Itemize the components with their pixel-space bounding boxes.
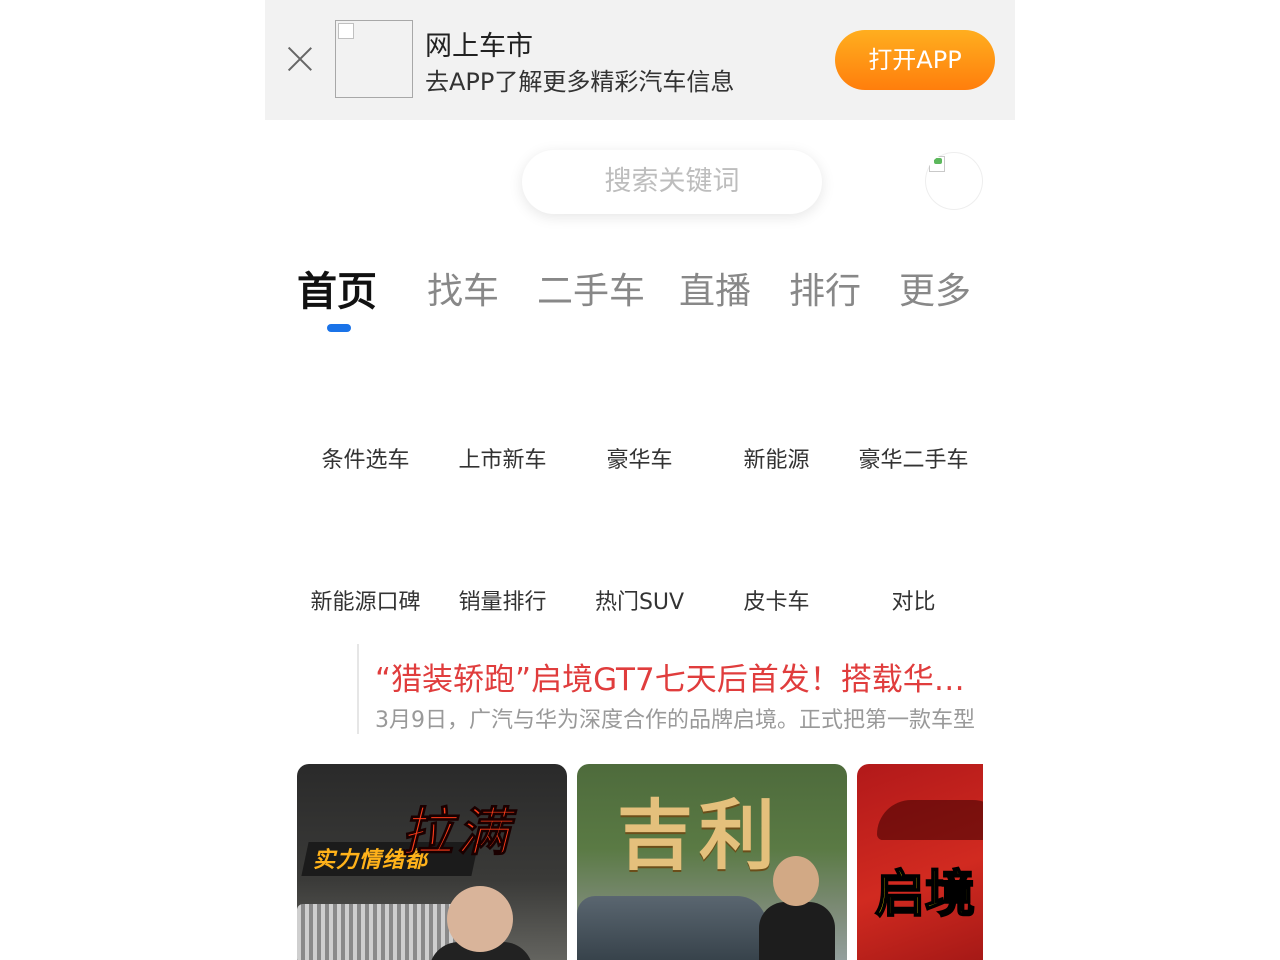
grid-item-luxury[interactable]: 豪华车 bbox=[571, 442, 708, 474]
car-grille-image bbox=[297, 904, 457, 960]
car-image bbox=[577, 896, 767, 960]
presenter-image bbox=[759, 902, 835, 960]
tab-ranking[interactable]: 排行 bbox=[789, 262, 861, 314]
video-card-list: 实力情绪都 拉满 吉利 启境 bbox=[297, 764, 983, 960]
car-silhouette-image bbox=[877, 800, 983, 840]
card-overlay-text-big: 吉利 bbox=[617, 791, 781, 880]
grid-item-new-energy[interactable]: 新能源 bbox=[708, 442, 845, 474]
presenter-face-image bbox=[447, 886, 513, 952]
tab-live[interactable]: 直播 bbox=[679, 262, 751, 314]
grid-item-filter-select[interactable]: 条件选车 bbox=[297, 442, 434, 474]
banner-title: 网上车市 bbox=[425, 31, 533, 62]
card-overlay-text-big: 拉满 bbox=[400, 803, 514, 864]
headline-news[interactable]: “猎装轿跑”启境GT7七天后首发！搭载华为乾崑智驾 3月9日，广汽与华为深度合作… bbox=[357, 644, 995, 734]
banner-subtitle: 去APP了解更多精彩汽车信息 bbox=[425, 68, 735, 96]
page: 网上车市 去APP了解更多精彩汽车信息 打开APP 搜索关键词 首页 找车 二手… bbox=[265, 0, 1015, 960]
close-icon[interactable] bbox=[287, 46, 313, 72]
grid-item-compare[interactable]: 对比 bbox=[845, 584, 982, 616]
tab-more[interactable]: 更多 bbox=[899, 262, 971, 314]
user-avatar[interactable] bbox=[925, 152, 983, 210]
app-download-banner: 网上车市 去APP了解更多精彩汽车信息 打开APP bbox=[265, 0, 1015, 120]
video-card[interactable]: 启境 bbox=[857, 764, 983, 960]
grid-item-pickup[interactable]: 皮卡车 bbox=[708, 584, 845, 616]
open-app-button[interactable]: 打开APP bbox=[835, 30, 995, 90]
grid-item-hot-suv[interactable]: 热门SUV bbox=[571, 584, 708, 616]
active-tab-indicator bbox=[327, 324, 351, 332]
headline-title[interactable]: “猎装轿跑”启境GT7七天后首发！搭载华为乾崑智驾 bbox=[375, 654, 981, 699]
grid-item-sales-ranking[interactable]: 销量排行 bbox=[434, 584, 571, 616]
app-logo bbox=[335, 20, 413, 98]
presenter-face-image bbox=[773, 856, 819, 906]
grid-item-new-launch[interactable]: 上市新车 bbox=[434, 442, 571, 474]
tab-used-car[interactable]: 二手车 bbox=[537, 262, 645, 314]
grid-item-luxury-used[interactable]: 豪华二手车 bbox=[845, 442, 982, 474]
grid-item-ev-reviews[interactable]: 新能源口碑 bbox=[297, 584, 434, 616]
search-input[interactable]: 搜索关键词 bbox=[522, 150, 822, 214]
main-nav-tabs: 首页 找车 二手车 直播 排行 更多 bbox=[265, 262, 1015, 342]
card-overlay-text-big: 启境 bbox=[874, 864, 976, 924]
headline-summary: 3月9日，广汽与华为深度合作的品牌启境。正式把第一款车型 bbox=[375, 708, 975, 733]
tab-home[interactable]: 首页 bbox=[297, 259, 377, 317]
video-card[interactable]: 吉利 bbox=[577, 764, 847, 960]
tab-find-car[interactable]: 找车 bbox=[427, 262, 499, 314]
video-card[interactable]: 实力情绪都 拉满 bbox=[297, 764, 567, 960]
